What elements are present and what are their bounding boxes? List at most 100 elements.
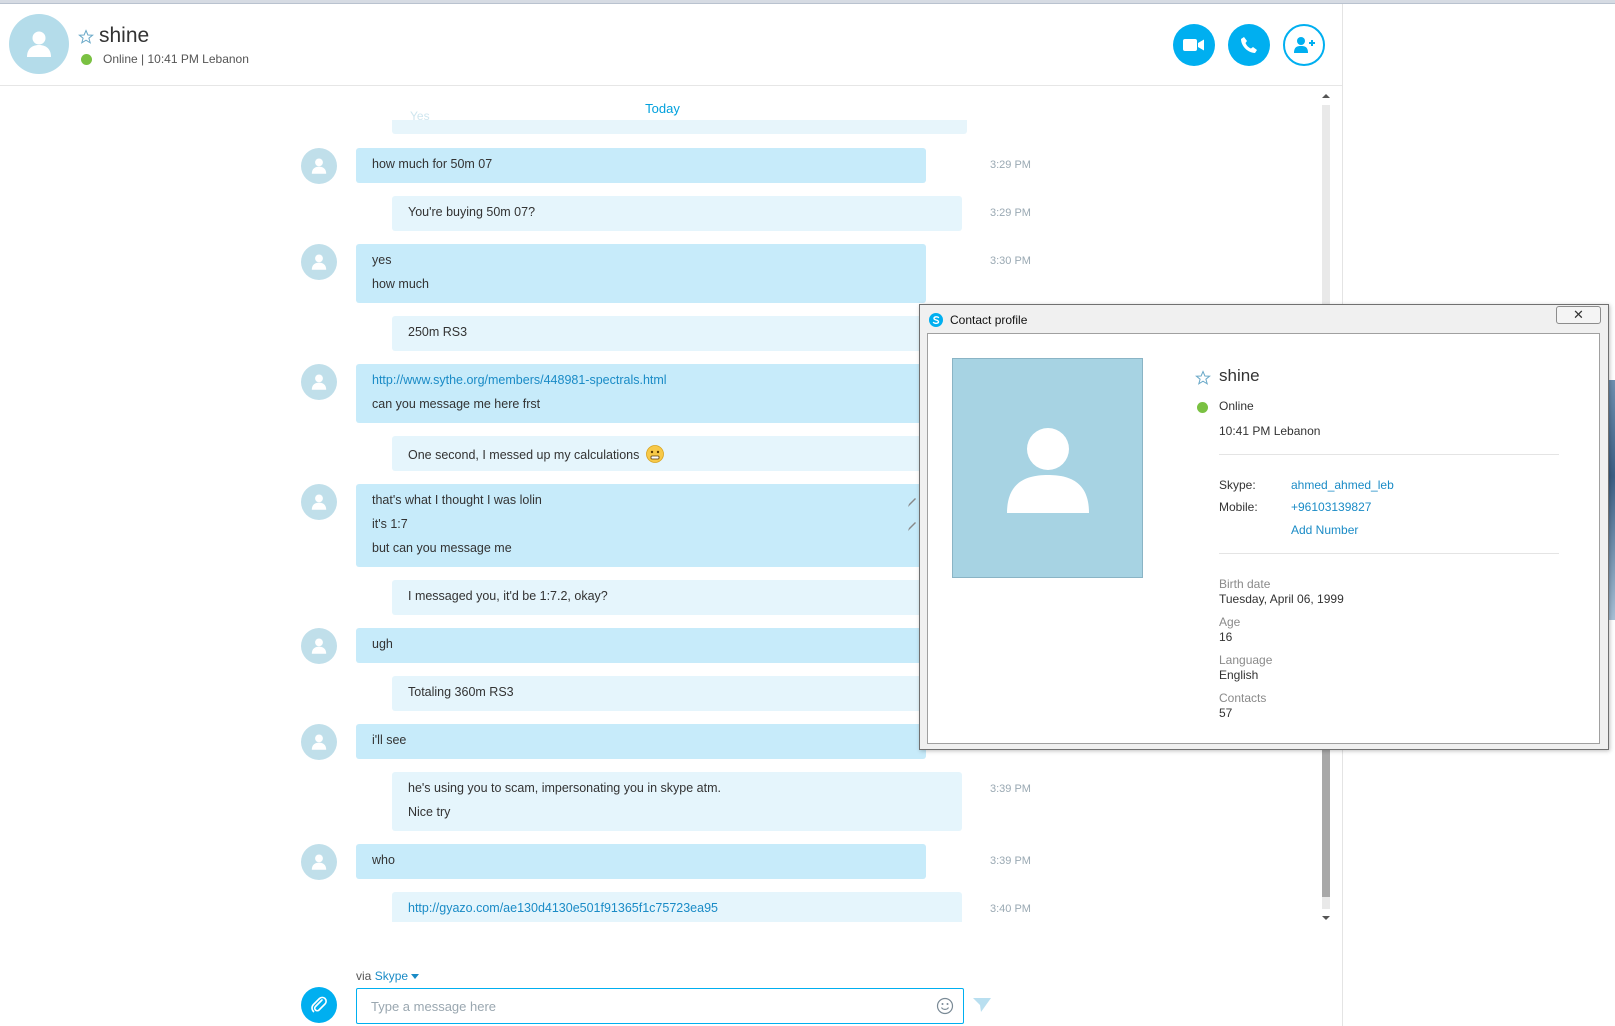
faded-message-bubble	[392, 120, 967, 134]
message-time: 3:39 PM	[990, 783, 1031, 795]
message-time: 3:29 PM	[990, 159, 1031, 171]
message-text: yes	[372, 253, 392, 267]
message-input[interactable]	[356, 988, 964, 1024]
sender-avatar[interactable]	[301, 724, 337, 760]
favorite-star-icon[interactable]	[78, 29, 94, 45]
message-bubble[interactable]: i'll see	[356, 724, 926, 759]
online-status-icon	[1197, 402, 1208, 413]
add-contact-icon	[1294, 37, 1315, 53]
message-bubble[interactable]: http://gyazo.com/ae130d4130e501f91365f1c…	[392, 892, 962, 922]
sender-avatar[interactable]	[301, 244, 337, 280]
voice-call-button[interactable]	[1228, 24, 1270, 66]
sender-avatar[interactable]	[301, 628, 337, 664]
sender-avatar[interactable]	[301, 844, 337, 880]
close-icon: ✕	[1573, 307, 1584, 322]
conversation-header: shine Online | 10:41 PM Lebanon	[0, 4, 1342, 86]
scroll-up-arrow-icon[interactable]	[1321, 91, 1331, 101]
user-silhouette-icon	[1006, 428, 1089, 513]
message-text: he's using you to scam, impersonating yo…	[408, 781, 721, 795]
contacts-label: Contacts	[1219, 691, 1267, 705]
message-text: 250m RS3	[408, 325, 468, 339]
message-text: but can you message me	[372, 541, 512, 555]
birth-date-value: Tuesday, April 06, 1999	[1219, 592, 1344, 606]
sender-avatar[interactable]	[301, 148, 337, 184]
message-link[interactable]: http://www.sythe.org/members/448981-spec…	[372, 373, 910, 397]
message-bubble[interactable]: Totaling 360m RS3	[392, 676, 962, 711]
message-time: 3:39 PM	[990, 855, 1031, 867]
message-bubble[interactable]: 250m RS3	[392, 316, 962, 351]
user-silhouette-icon	[311, 638, 327, 654]
message-text: i'll see	[372, 733, 407, 747]
message-time: 3:29 PM	[990, 207, 1031, 219]
contacts-value: 57	[1219, 706, 1233, 720]
user-silhouette-icon	[311, 494, 327, 510]
skype-name-link[interactable]: ahmed_ahmed_leb	[1291, 478, 1394, 492]
mobile-number-link[interactable]: +96103139827	[1291, 500, 1371, 514]
user-silhouette-icon	[311, 734, 327, 750]
phone-icon	[1241, 37, 1257, 53]
message-text: You're buying 50m 07?	[408, 205, 536, 219]
via-service[interactable]: Skype	[375, 969, 408, 983]
skype-label: Skype:	[1219, 478, 1256, 492]
language-label: Language	[1219, 653, 1273, 667]
message-bubble[interactable]: he's using you to scam, impersonating yo…	[392, 772, 962, 831]
profile-status: Online	[1219, 399, 1254, 413]
message-time: 3:30 PM	[990, 255, 1031, 267]
message-bubble[interactable]: that's what I thought I was lolin it's 1…	[356, 484, 926, 567]
user-silhouette-icon	[311, 254, 327, 270]
message-text-span: One second, I messed up my calculations	[408, 448, 640, 462]
message-bubble[interactable]: http://www.sythe.org/members/448981-spec…	[356, 364, 926, 423]
language-value: English	[1219, 668, 1259, 682]
message-text: that's what I thought I was lolin	[372, 493, 542, 507]
contact-profile-window: Contact profile ✕ shine Online 10:41 PM …	[919, 304, 1609, 750]
message-time: 3:40 PM	[990, 903, 1031, 915]
skype-logo-icon	[929, 313, 943, 327]
message-text: I messaged you, it'd be 1:7.2, okay?	[408, 589, 608, 603]
scrollbar-thumb[interactable]	[1322, 747, 1330, 897]
add-number-link[interactable]: Add Number	[1291, 523, 1358, 537]
message-bubble[interactable]: how much for 50m 07	[356, 148, 926, 183]
user-silhouette-icon	[27, 31, 51, 57]
favorite-star-icon[interactable]	[1195, 370, 1211, 386]
message-text: ugh	[372, 637, 393, 651]
send-icon[interactable]	[972, 996, 992, 1014]
message-bubble[interactable]: I messaged you, it'd be 1:7.2, okay?	[392, 580, 962, 615]
user-silhouette-icon	[311, 374, 327, 390]
message-bubble[interactable]: who	[356, 844, 926, 879]
divider	[1219, 553, 1559, 554]
chevron-down-icon[interactable]	[411, 974, 420, 980]
message-text: One second, I messed up my calculations	[408, 445, 946, 469]
attach-button[interactable]	[301, 987, 337, 1023]
message-link[interactable]: http://gyazo.com/ae130d4130e501f91365f1c…	[408, 901, 946, 922]
via-selector[interactable]: via Skype	[356, 969, 420, 983]
sender-avatar[interactable]	[301, 364, 337, 400]
message-text: Totaling 360m RS3	[408, 685, 514, 699]
video-call-button[interactable]	[1173, 24, 1215, 66]
user-silhouette-icon	[311, 854, 327, 870]
message-bubble[interactable]: ugh	[356, 628, 926, 663]
message-bubble[interactable]: yes how much	[356, 244, 926, 303]
edited-pencil-icon	[908, 498, 916, 507]
mobile-label: Mobile:	[1219, 500, 1258, 514]
video-camera-icon	[1183, 39, 1204, 51]
divider	[1219, 454, 1559, 455]
contact-avatar[interactable]	[9, 14, 69, 74]
message-text: how much	[372, 277, 429, 291]
message-bubble[interactable]: One second, I messed up my calculations	[392, 436, 962, 471]
scroll-down-arrow-icon[interactable]	[1321, 913, 1331, 923]
profile-photo	[952, 358, 1143, 578]
message-text: can you message me here frst	[372, 397, 541, 411]
add-people-button[interactable]	[1283, 24, 1325, 66]
profile-window-title: Contact profile	[950, 313, 1028, 327]
message-bubble[interactable]: You're buying 50m 07?	[392, 196, 962, 231]
message-text: it's 1:7	[372, 517, 408, 531]
worried-emoticon-icon	[645, 445, 664, 463]
emoticon-picker-icon[interactable]	[936, 997, 954, 1015]
paperclip-icon	[311, 996, 327, 1013]
profile-close-button[interactable]: ✕	[1556, 306, 1601, 324]
birth-date-label: Birth date	[1219, 577, 1271, 591]
profile-content: shine Online 10:41 PM Lebanon Skype: ahm…	[927, 333, 1600, 744]
profile-local-time: 10:41 PM Lebanon	[1219, 424, 1321, 438]
sender-avatar[interactable]	[301, 484, 337, 520]
online-status-icon	[81, 54, 92, 65]
